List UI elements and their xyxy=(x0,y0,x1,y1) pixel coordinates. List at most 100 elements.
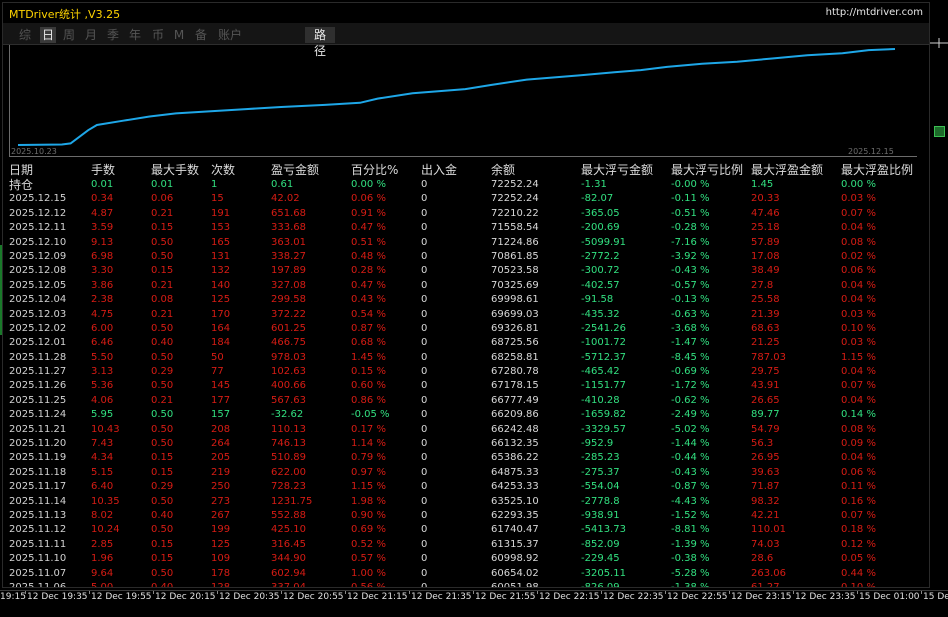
table-cell: 72252.24 xyxy=(491,193,539,205)
table-row[interactable]: 2025.11.07 9.64 0.50 178 602.94 1.00 % 0 60654.… xyxy=(9,567,929,581)
table-cell: 267 xyxy=(211,509,231,521)
table-row[interactable]: 持仓 0.01 0.01 1 0.61 0.00 % 0 72252.24 -1.31 -0.00… xyxy=(9,178,929,192)
table-cell: 2.38 xyxy=(91,294,114,306)
tab-6[interactable]: 币 xyxy=(150,27,166,43)
table-row[interactable]: 2025.11.11 2.85 0.15 125 316.45 0.52 % 0 61315.… xyxy=(9,538,929,552)
tab-9[interactable]: 账户 xyxy=(216,27,244,43)
table-cell: 0.34 xyxy=(91,193,114,205)
table-cell: 0.29 xyxy=(151,366,174,378)
column-header: 最大手数 xyxy=(151,163,200,177)
table-cell: 109 xyxy=(211,553,231,565)
table-row[interactable]: 2025.12.02 6.00 0.50 164 601.25 0.87 % 0 69326.… xyxy=(9,322,929,336)
table-row[interactable]: 2025.11.21 10.43 0.50 208 110.13 0.17 % 0 66242… xyxy=(9,423,929,437)
website-link[interactable]: http://mtdriver.com xyxy=(826,7,923,18)
table-cell: 250 xyxy=(211,481,231,493)
table-row[interactable]: 2025.11.26 5.36 0.50 145 400.66 0.60 % 0 67178.… xyxy=(9,379,929,393)
table-row[interactable]: 2025.11.10 1.96 0.15 109 344.90 0.57 % 0 60998.… xyxy=(9,552,929,566)
tab-7[interactable]: M xyxy=(173,27,185,43)
table-cell: 68725.56 xyxy=(491,337,539,349)
table-cell: 199 xyxy=(211,524,231,536)
time-tick-label: 12 Dec 23:15 xyxy=(731,592,792,602)
table-cell: -365.05 xyxy=(581,207,620,219)
table-cell: 25.18 xyxy=(751,222,780,234)
table-cell: 72210.22 xyxy=(491,207,539,219)
equity-curve-svg xyxy=(17,48,896,146)
table-cell: -5413.73 xyxy=(581,524,626,536)
tab-0[interactable]: 综 xyxy=(17,27,33,43)
table-row[interactable]: 2025.11.14 10.35 0.50 273 1231.75 1.98 % 0 6352… xyxy=(9,495,929,509)
table-row[interactable]: 2025.11.27 3.13 0.29 77 102.63 0.15 % 0 67280.7… xyxy=(9,365,929,379)
table-cell: 56.3 xyxy=(751,438,774,450)
chart-start-date: 2025.10.23 xyxy=(11,147,57,156)
table-cell: 0.04 % xyxy=(841,366,876,378)
table-cell: 2025.11.19 xyxy=(9,452,67,464)
table-cell: 0.14 % xyxy=(841,409,876,421)
table-row[interactable]: 2025.11.24 5.95 0.50 157 -32.62 -0.05 % 0 66209… xyxy=(9,408,929,422)
table-cell: 0.29 xyxy=(151,481,174,493)
table-row[interactable]: 2025.12.15 0.34 0.06 15 42.02 0.06 % 0 72252.24… xyxy=(9,192,929,206)
table-cell: -1.31 xyxy=(581,179,607,190)
table-cell: 2025.12.02 xyxy=(9,322,67,334)
table-row[interactable]: 2025.11.17 6.40 0.29 250 728.23 1.15 % 0 64253.… xyxy=(9,480,929,494)
table-row[interactable]: 2025.12.11 3.59 0.15 153 333.68 0.47 % 0 71558.… xyxy=(9,221,929,235)
table-row[interactable]: 2025.12.04 2.38 0.08 125 299.58 0.43 % 0 69998.… xyxy=(9,293,929,307)
table-cell: 67280.78 xyxy=(491,366,539,378)
table-row[interactable]: 2025.11.20 7.43 0.50 264 746.13 1.14 % 0 66132.… xyxy=(9,437,929,451)
table-row[interactable]: 2025.12.08 3.30 0.15 132 197.89 0.28 % 0 70523.… xyxy=(9,264,929,278)
table-cell: 65386.22 xyxy=(491,452,539,464)
table-cell: 61740.47 xyxy=(491,524,539,536)
column-header: 手数 xyxy=(91,163,116,177)
table-cell: 125 xyxy=(211,294,231,306)
table-row[interactable]: 2025.12.01 6.46 0.40 184 466.75 0.68 % 0 68725.… xyxy=(9,336,929,350)
table-row[interactable]: 2025.11.12 10.24 0.50 199 425.10 0.69 % 0 61740… xyxy=(9,523,929,537)
tab-1[interactable]: 日 xyxy=(40,27,56,43)
table-cell: 170 xyxy=(211,308,231,320)
table-cell: 77 xyxy=(211,366,224,378)
tab-2[interactable]: 周 xyxy=(61,27,77,43)
table-cell: -0.13 % xyxy=(671,294,710,306)
table-cell: 1.15 % xyxy=(841,351,876,363)
tab-10[interactable]: 路径 xyxy=(305,27,335,58)
table-cell: -8.81 % xyxy=(671,524,710,536)
table-row[interactable]: 2025.12.03 4.75 0.21 170 372.22 0.54 % 0 69699.… xyxy=(9,308,929,322)
table-cell: 0.91 % xyxy=(351,207,386,219)
table-row[interactable]: 2025.11.18 5.15 0.15 219 622.00 0.97 % 0 64875.… xyxy=(9,466,929,480)
table-cell: 132 xyxy=(211,265,231,277)
table-cell: -0.11 % xyxy=(671,193,710,205)
expert-status-icon[interactable] xyxy=(934,126,945,137)
table-row[interactable]: 2025.12.09 6.98 0.50 131 338.27 0.48 % 0 70861.… xyxy=(9,250,929,264)
table-cell: 0.06 % xyxy=(351,193,386,205)
table-row[interactable]: 2025.11.28 5.50 0.50 50 978.03 1.45 % 0 68258.8… xyxy=(9,351,929,365)
table-row[interactable]: 2025.12.10 9.13 0.50 165 363.01 0.51 % 0 71224.… xyxy=(9,236,929,250)
table-row[interactable]: 2025.11.19 4.34 0.15 205 510.89 0.79 % 0 65386.… xyxy=(9,451,929,465)
table-cell: -410.28 xyxy=(581,394,620,406)
table-cell: 57.89 xyxy=(751,236,780,248)
table-cell: 2025.12.11 xyxy=(9,222,67,234)
table-cell: 0.04 % xyxy=(841,222,876,234)
table-cell: 344.90 xyxy=(271,553,306,565)
table-cell: 0.03 % xyxy=(841,308,876,320)
table-cell: -1659.82 xyxy=(581,409,626,421)
table-cell: -1.38 % xyxy=(671,581,710,588)
table-cell: 2025.11.12 xyxy=(9,524,67,536)
table-cell: 70325.69 xyxy=(491,279,539,291)
selection-marker xyxy=(0,245,2,335)
table-row[interactable]: 2025.11.25 4.06 0.21 177 567.63 0.86 % 0 66777.… xyxy=(9,394,929,408)
table-row[interactable]: 2025.11.06 5.00 0.40 128 337.04 0.56 % 0 60051.… xyxy=(9,581,929,588)
table-row[interactable]: 2025.12.12 4.87 0.21 191 651.68 0.91 % 0 72210.… xyxy=(9,207,929,221)
table-cell: 0.02 % xyxy=(841,250,876,262)
table-cell: 0.52 % xyxy=(351,538,386,550)
tab-3[interactable]: 月 xyxy=(83,27,99,43)
tab-4[interactable]: 季 xyxy=(105,27,121,43)
table-row[interactable]: 2025.11.13 8.02 0.40 267 552.88 0.90 % 0 62293.… xyxy=(9,509,929,523)
tab-5[interactable]: 年 xyxy=(127,27,143,43)
table-cell: 0.86 % xyxy=(351,394,386,406)
table-cell: 0.43 % xyxy=(351,294,386,306)
table-cell: 0.47 % xyxy=(351,222,386,234)
time-tick-label: 12 Dec 22:15 xyxy=(539,592,600,602)
table-row[interactable]: 2025.12.05 3.86 0.21 140 327.08 0.47 % 0 70325.… xyxy=(9,279,929,293)
tab-8[interactable]: 备 xyxy=(193,27,209,43)
table-cell: -0.05 % xyxy=(351,409,390,421)
table-cell: 17.08 xyxy=(751,250,780,262)
table-cell: 98.32 xyxy=(751,495,780,507)
